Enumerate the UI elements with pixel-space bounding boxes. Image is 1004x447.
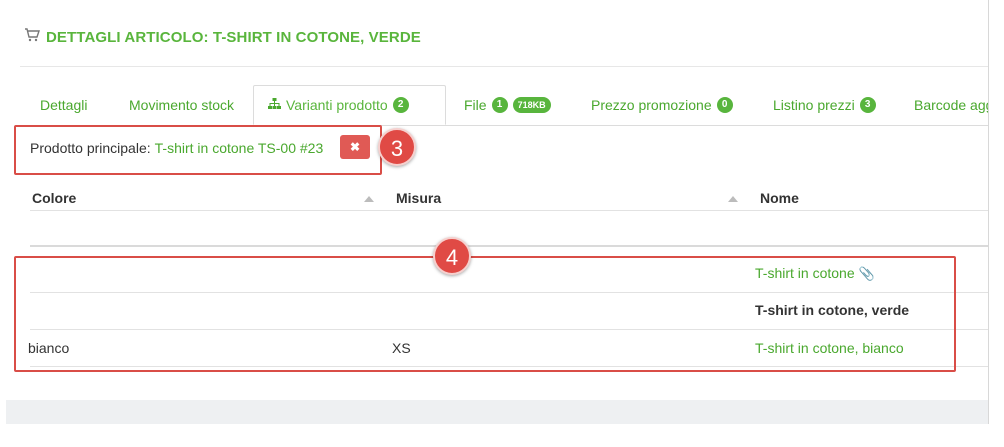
page-title: DETTAGLI ARTICOLO: T-SHIRT IN COTONE, VE… [24,27,421,47]
header-row-divider [30,210,988,211]
tab-label: Listino prezzi [773,97,855,113]
tab-prezzo-promozione[interactable]: Prezzo promozione 0 [575,85,749,125]
size-badge: 718KB [512,97,551,113]
filter-row-divider [30,245,988,247]
tab-label: Varianti prodotto [286,97,388,113]
tab-file[interactable]: File 1 718KB [448,85,567,125]
tab-label: File [464,97,487,113]
column-header-nome[interactable]: Nome [760,190,799,210]
tab-bar: Dettagli Movimento stock Varianti prodot… [20,85,989,126]
callout-badge: 4 [433,237,471,275]
tab-label: Movimento stock [129,97,235,113]
tab-label: Prezzo promozione [591,97,712,113]
tab-listino-prezzi[interactable]: Listino prezzi 3 [757,85,892,125]
tab-varianti-prodotto[interactable]: Varianti prodotto 2 [253,85,446,125]
count-badge: 3 [859,97,876,113]
tab-movimento-stock[interactable]: Movimento stock [113,85,250,125]
tab-dettagli[interactable]: Dettagli [24,85,103,125]
tab-label: Barcode agg [914,97,989,113]
column-header-misura[interactable]: Misura [396,190,441,210]
callout-box-table [14,256,956,372]
column-header-colore[interactable]: Colore [32,190,76,210]
count-badge: 0 [716,97,733,113]
panel-footer [6,400,989,424]
header-divider [20,66,988,67]
cart-icon [24,28,40,46]
count-badge: 2 [392,97,409,113]
sitemap-icon [268,97,281,113]
count-badge: 1 [491,97,508,113]
page-title-text: DETTAGLI ARTICOLO: T-SHIRT IN COTONE, VE… [46,28,421,46]
tab-label: Dettagli [40,97,88,113]
sort-up-icon[interactable] [728,196,738,202]
callout-badge: 3 [378,128,416,166]
callout-box-parent [14,125,382,175]
tab-barcode[interactable]: Barcode agg [898,85,989,125]
sort-up-icon[interactable] [364,196,374,202]
